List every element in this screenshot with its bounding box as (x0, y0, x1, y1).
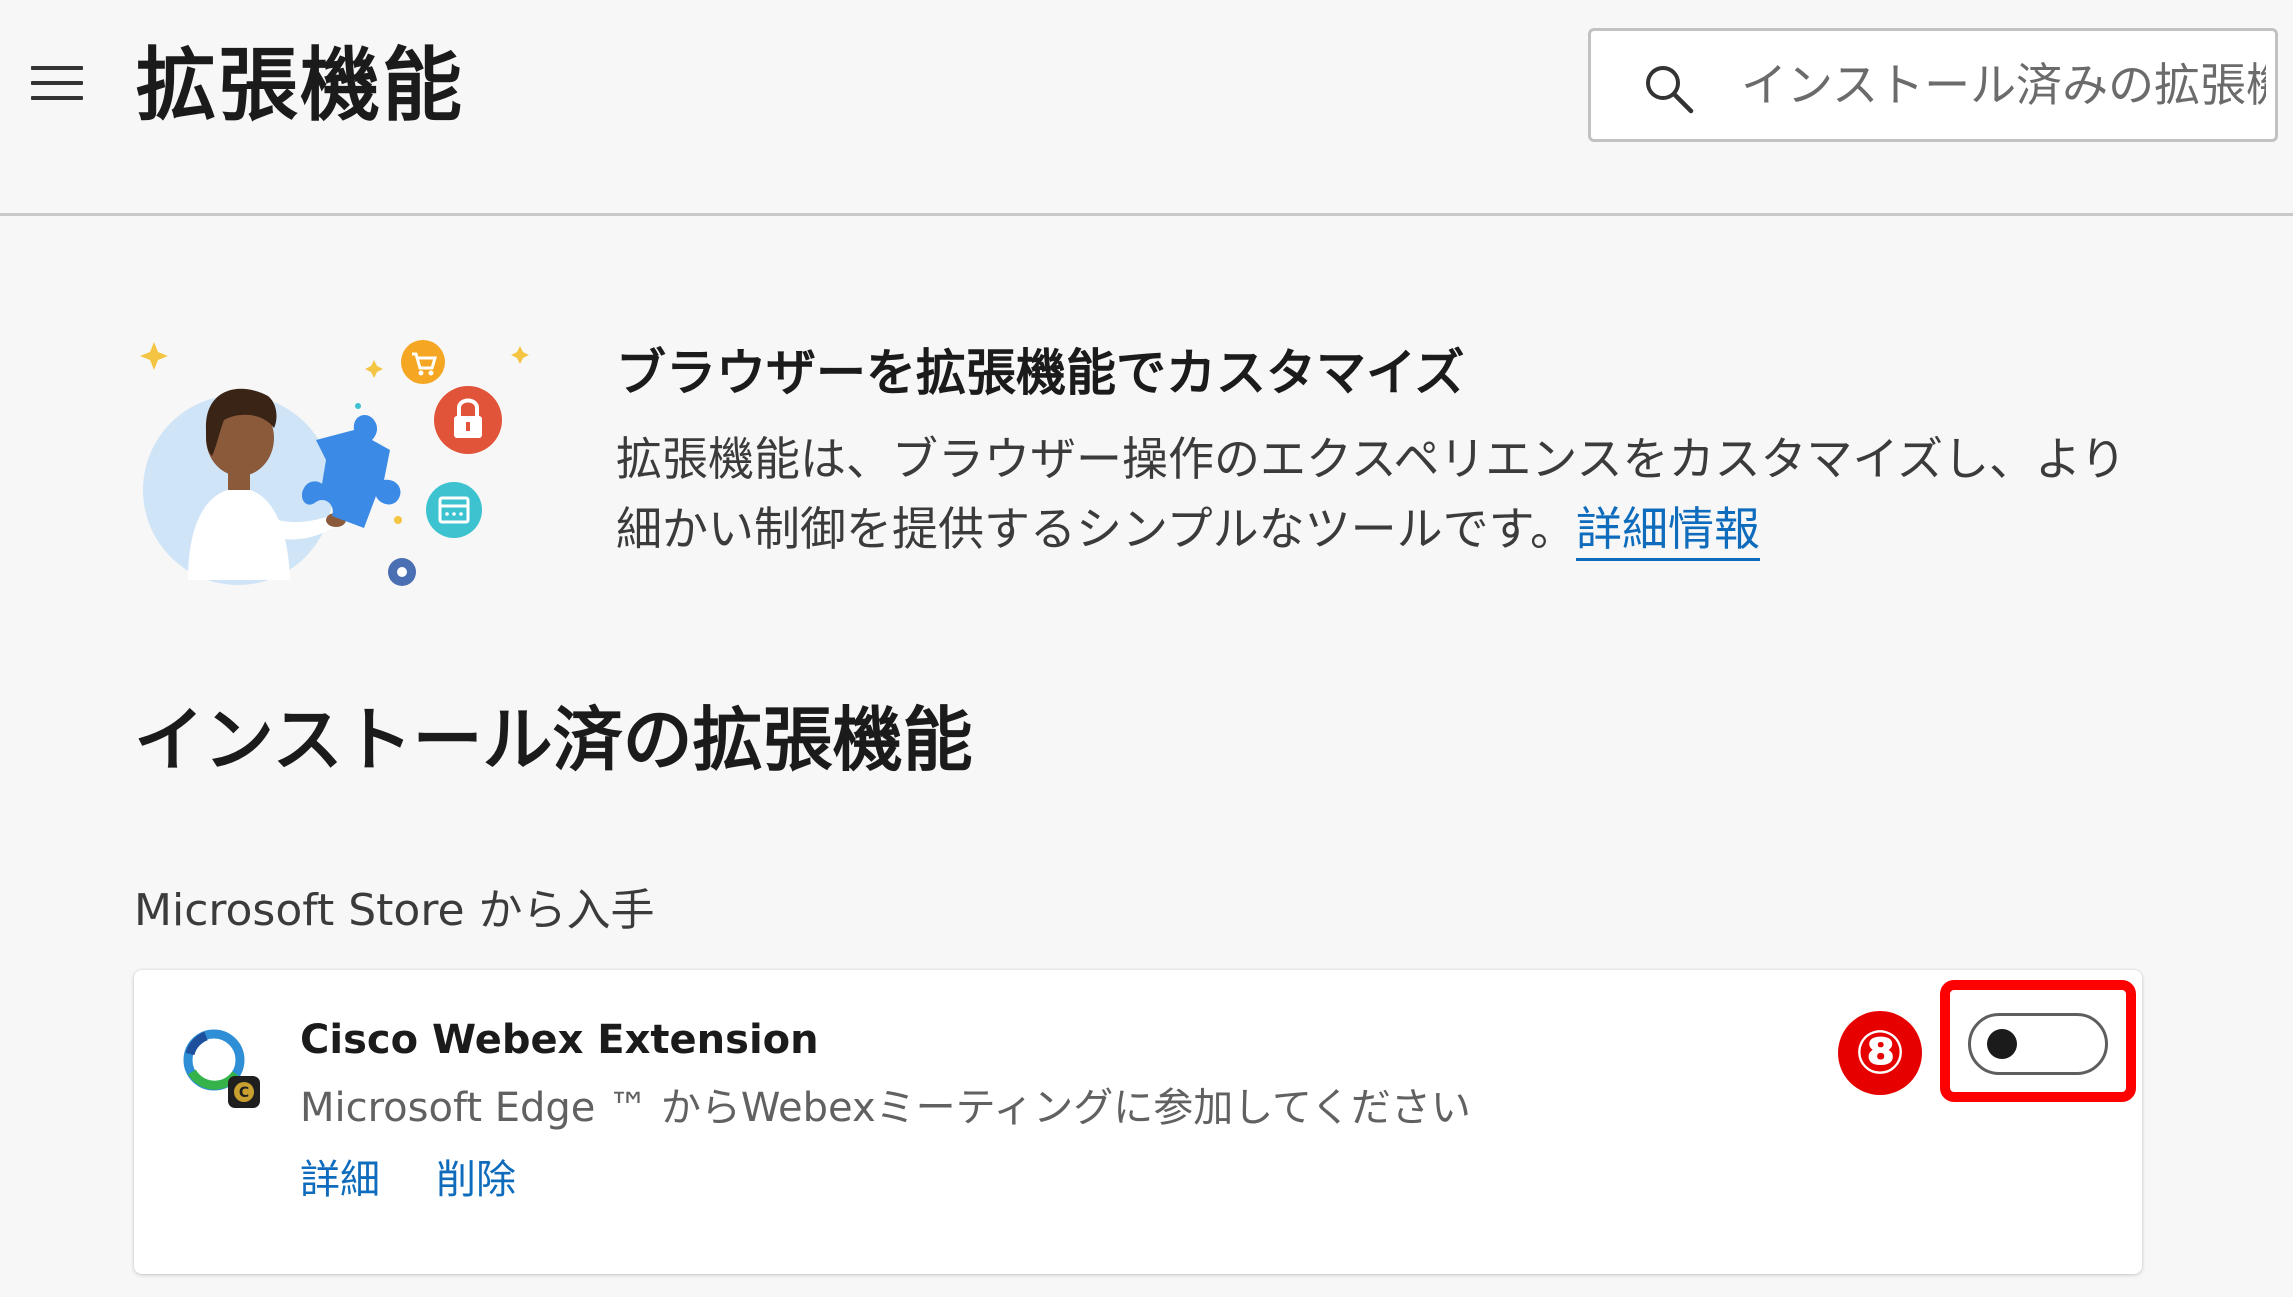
hero-illustration (140, 340, 529, 586)
cart-icon (401, 340, 445, 384)
cisco-webex-icon: C (183, 1029, 260, 1108)
toggle-knob (1987, 1029, 2017, 1059)
sparkle-icon (365, 360, 383, 378)
hamburger-icon-bar (31, 66, 83, 70)
hero-title: ブラウザーを拡張機能でカスタマイズ (616, 344, 1465, 402)
sparkle-icon (140, 342, 168, 370)
page-header: 拡張機能 (0, 0, 2293, 216)
installed-section-title: インストール済の拡張機能 (134, 699, 973, 781)
extension-description: Microsoft Edge ™ からWebexミーティングに参加してください (300, 1085, 1471, 1131)
learn-more-link[interactable]: 詳細情報 (1576, 502, 1761, 561)
extension-remove-link[interactable]: 削除 (436, 1150, 516, 1210)
extension-card: C Cisco Webex Extension Microsoft Edge ™… (134, 970, 2142, 1274)
hero-description: 拡張機能は、ブラウザー操作のエクスペリエンスをカスタマイズし、より細かい制御を提… (616, 424, 2156, 564)
hamburger-icon-bar (31, 96, 83, 100)
step-number-badge: ⑧ (1838, 1011, 1922, 1095)
extension-enable-toggle[interactable] (1968, 1013, 2108, 1075)
search-icon (1646, 66, 1694, 114)
extension-details-link[interactable]: 詳細 (300, 1150, 380, 1210)
hero-description-text: 拡張機能は、ブラウザー操作のエクスペリエンスをカスタマイズし、より細かい制御を提… (616, 432, 2127, 556)
search-input[interactable] (1741, 45, 2266, 125)
hamburger-icon-bar (31, 81, 83, 85)
extension-name: Cisco Webex Extension (300, 1017, 819, 1063)
search-box[interactable] (1588, 28, 2278, 142)
calendar-icon (426, 482, 482, 538)
menu-button[interactable] (28, 62, 86, 106)
source-label: Microsoft Store から入手 (134, 885, 655, 936)
page-title: 拡張機能 (136, 39, 464, 132)
svg-text:C: C (239, 1085, 249, 1101)
sparkle-icon (511, 346, 529, 364)
